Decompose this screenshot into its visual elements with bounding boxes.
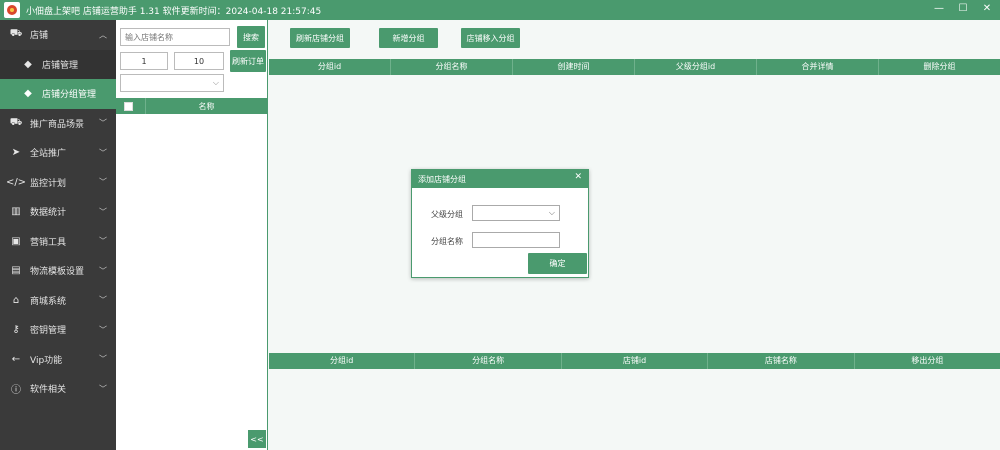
maximize-button[interactable]: ☐ <box>956 2 970 16</box>
bar-chart-icon: ▥ <box>11 206 21 218</box>
sidebar-item-11[interactable]: ← Vip功能 ﹀ <box>0 345 116 375</box>
column-name-header: 名称 <box>198 101 215 111</box>
sidebar-item-label: 全站推广 <box>30 149 67 160</box>
chevron-down-icon: ﹀ <box>99 384 107 394</box>
parent-group-select[interactable]: ⌵ <box>472 205 560 221</box>
add-group-button[interactable]: 新增分组 <box>379 28 438 48</box>
sidebar-item-4[interactable]: ➤ 全站推广 ﹀ <box>0 138 116 168</box>
sidebar-item-10[interactable]: ⚷ 密钥管理 ﹀ <box>0 315 116 345</box>
group-shop-table-header: 分组id 分组名称 店铺id 店铺名称 移出分组 <box>269 353 1000 369</box>
page-number-input[interactable] <box>120 52 168 70</box>
chevron-down-icon: ⌵ <box>212 78 219 87</box>
group-shop-table-body <box>269 369 1000 450</box>
chevron-down-icon: ﹀ <box>99 354 107 364</box>
select-all-checkbox[interactable] <box>124 101 133 111</box>
close-button[interactable]: ✕ <box>980 2 994 16</box>
search-button[interactable]: 搜索 <box>237 26 265 48</box>
sidebar-item-8[interactable]: ▤ 物流模板设置 ﹀ <box>0 256 116 286</box>
group-table-body <box>269 75 1000 350</box>
parent-group-label: 父级分组 <box>431 210 463 219</box>
sidebar-item-label: 密钥管理 <box>30 326 67 337</box>
sidebar-item-label: 软件相关 <box>30 385 67 396</box>
sidebar-item-9[interactable]: ⌂ 商城系统 ﹀ <box>0 286 116 316</box>
refresh-groups-button[interactable]: 刷新店铺分组 <box>290 28 350 48</box>
sidebar-item-label: 商城系统 <box>30 296 67 307</box>
column-header: 删除分组 <box>923 62 956 71</box>
refresh-orders-button[interactable]: 刷新订单 <box>230 50 266 72</box>
car-icon: ⛟ <box>9 28 23 40</box>
main-content: 刷新店铺分组 新增分组 店铺移入分组 分组id 分组名称 创建时间 父级分组id 合并详… <box>269 20 1000 450</box>
column-header: 分组id <box>269 353 416 369</box>
column-header: 合并详情 <box>757 59 879 75</box>
bank-icon: ⌂ <box>12 294 20 306</box>
sidebar-item-label: 监控计划 <box>30 178 67 189</box>
chevron-down-icon: ﹀ <box>99 148 107 158</box>
chevron-down-icon: ﹀ <box>99 118 107 128</box>
collapse-panel-button[interactable]: << <box>248 430 266 448</box>
group-name-input[interactable] <box>472 232 560 248</box>
sidebar-item-1[interactable]: ◆ 店铺管理 <box>0 49 116 79</box>
code-icon: </> <box>5 176 27 188</box>
shop-table-header: 名称 <box>116 98 267 114</box>
confirm-button[interactable]: 确定 <box>528 253 587 274</box>
chevron-down-icon: ﹀ <box>99 236 107 246</box>
minimize-button[interactable]: — <box>932 2 946 16</box>
shop-list-panel: 搜索 刷新订单 ⌵ 名称 << <box>116 20 268 450</box>
page-size-input[interactable] <box>174 52 224 70</box>
column-header: 分组名称 <box>415 353 562 369</box>
sidebar-item-6[interactable]: ▥ 数据统计 ﹀ <box>0 197 116 227</box>
sidebar-item-label: 物流模板设置 <box>30 267 85 278</box>
chevron-down-icon: ﹀ <box>99 177 107 187</box>
chevron-down-icon: ⌵ <box>548 208 555 217</box>
sidebar: ⛟ 店铺 ︿ ◆ 店铺管理 ◆ 店铺分组管理 ⛟ 推广商品场景 ﹀ ➤ 全站推广 ﹀ </> 监控计划 ﹀ ▥ 数… <box>0 20 116 450</box>
dialog-title: 添加店铺分组 <box>418 174 466 184</box>
sidebar-item-label: 店铺管理 <box>42 60 79 71</box>
sidebar-item-0[interactable]: ⛟ 店铺 ︿ <box>0 20 116 50</box>
shop-filter-select[interactable]: ⌵ <box>120 74 224 92</box>
chevron-down-icon: ﹀ <box>99 207 107 217</box>
shop-search-input[interactable] <box>120 28 230 46</box>
group-name-label: 分组名称 <box>431 237 463 246</box>
car-icon: ⛟ <box>9 116 23 128</box>
dialog-title-bar: 添加店铺分组 ✕ <box>412 170 588 188</box>
column-header: 创建时间 <box>513 59 635 75</box>
sidebar-item-3[interactable]: ⛟ 推广商品场景 ﹀ <box>0 109 116 139</box>
sidebar-item-2[interactable]: ◆ 店铺分组管理 <box>0 79 116 109</box>
add-group-dialog: 添加店铺分组 ✕ 父级分组 ⌵ 分组名称 确定 <box>411 169 589 278</box>
column-header: 父级分组id <box>635 59 757 75</box>
window-controls: — ☐ ✕ <box>932 2 994 16</box>
tag-icon: ◆ <box>24 58 32 70</box>
move-shop-to-group-button[interactable]: 店铺移入分组 <box>461 28 520 48</box>
send-icon: ➤ <box>11 147 21 159</box>
chevron-down-icon: ﹀ <box>99 325 107 335</box>
chevron-up-icon: ︿ <box>99 30 107 40</box>
contact-icon: ▣ <box>11 235 21 247</box>
sidebar-item-12[interactable]: ⓘ 软件相关 ﹀ <box>0 374 116 404</box>
sidebar-item-label: 推广商品场景 <box>30 119 85 130</box>
arrow-left-icon: ← <box>11 353 21 365</box>
sidebar-item-7[interactable]: ▣ 营销工具 ﹀ <box>0 227 116 257</box>
column-header: 店铺名称 <box>708 353 855 369</box>
chevron-down-icon: ﹀ <box>99 266 107 276</box>
column-header: 移出分组 <box>911 356 944 365</box>
sidebar-item-label: 数据统计 <box>30 208 67 219</box>
info-icon: ⓘ <box>11 385 21 397</box>
title-bar: 小佃盘上架吧 店铺运营助手 1.31 软件更新时间：2024-04-18 21:… <box>0 0 1000 20</box>
tag-icon: ◆ <box>24 88 32 100</box>
sidebar-item-label: Vip功能 <box>30 355 63 366</box>
window-title: 小佃盘上架吧 店铺运营助手 1.31 软件更新时间：2024-04-18 21:… <box>26 6 322 17</box>
sidebar-item-5[interactable]: </> 监控计划 ﹀ <box>0 168 116 198</box>
group-table-header: 分组id 分组名称 创建时间 父级分组id 合并详情 删除分组 <box>269 59 1000 75</box>
column-header: 分组id <box>269 59 391 75</box>
sidebar-item-label: 营销工具 <box>30 237 67 248</box>
sidebar-item-label: 店铺 <box>30 31 49 42</box>
chevron-down-icon: ﹀ <box>99 295 107 305</box>
column-header: 店铺id <box>562 353 709 369</box>
app-logo-icon <box>4 2 20 18</box>
key-icon: ⚷ <box>12 324 20 336</box>
sidebar-item-label: 店铺分组管理 <box>42 90 97 101</box>
column-header: 分组名称 <box>391 59 513 75</box>
briefcase-icon: ▤ <box>11 265 21 277</box>
dialog-close-icon[interactable]: ✕ <box>574 172 582 182</box>
